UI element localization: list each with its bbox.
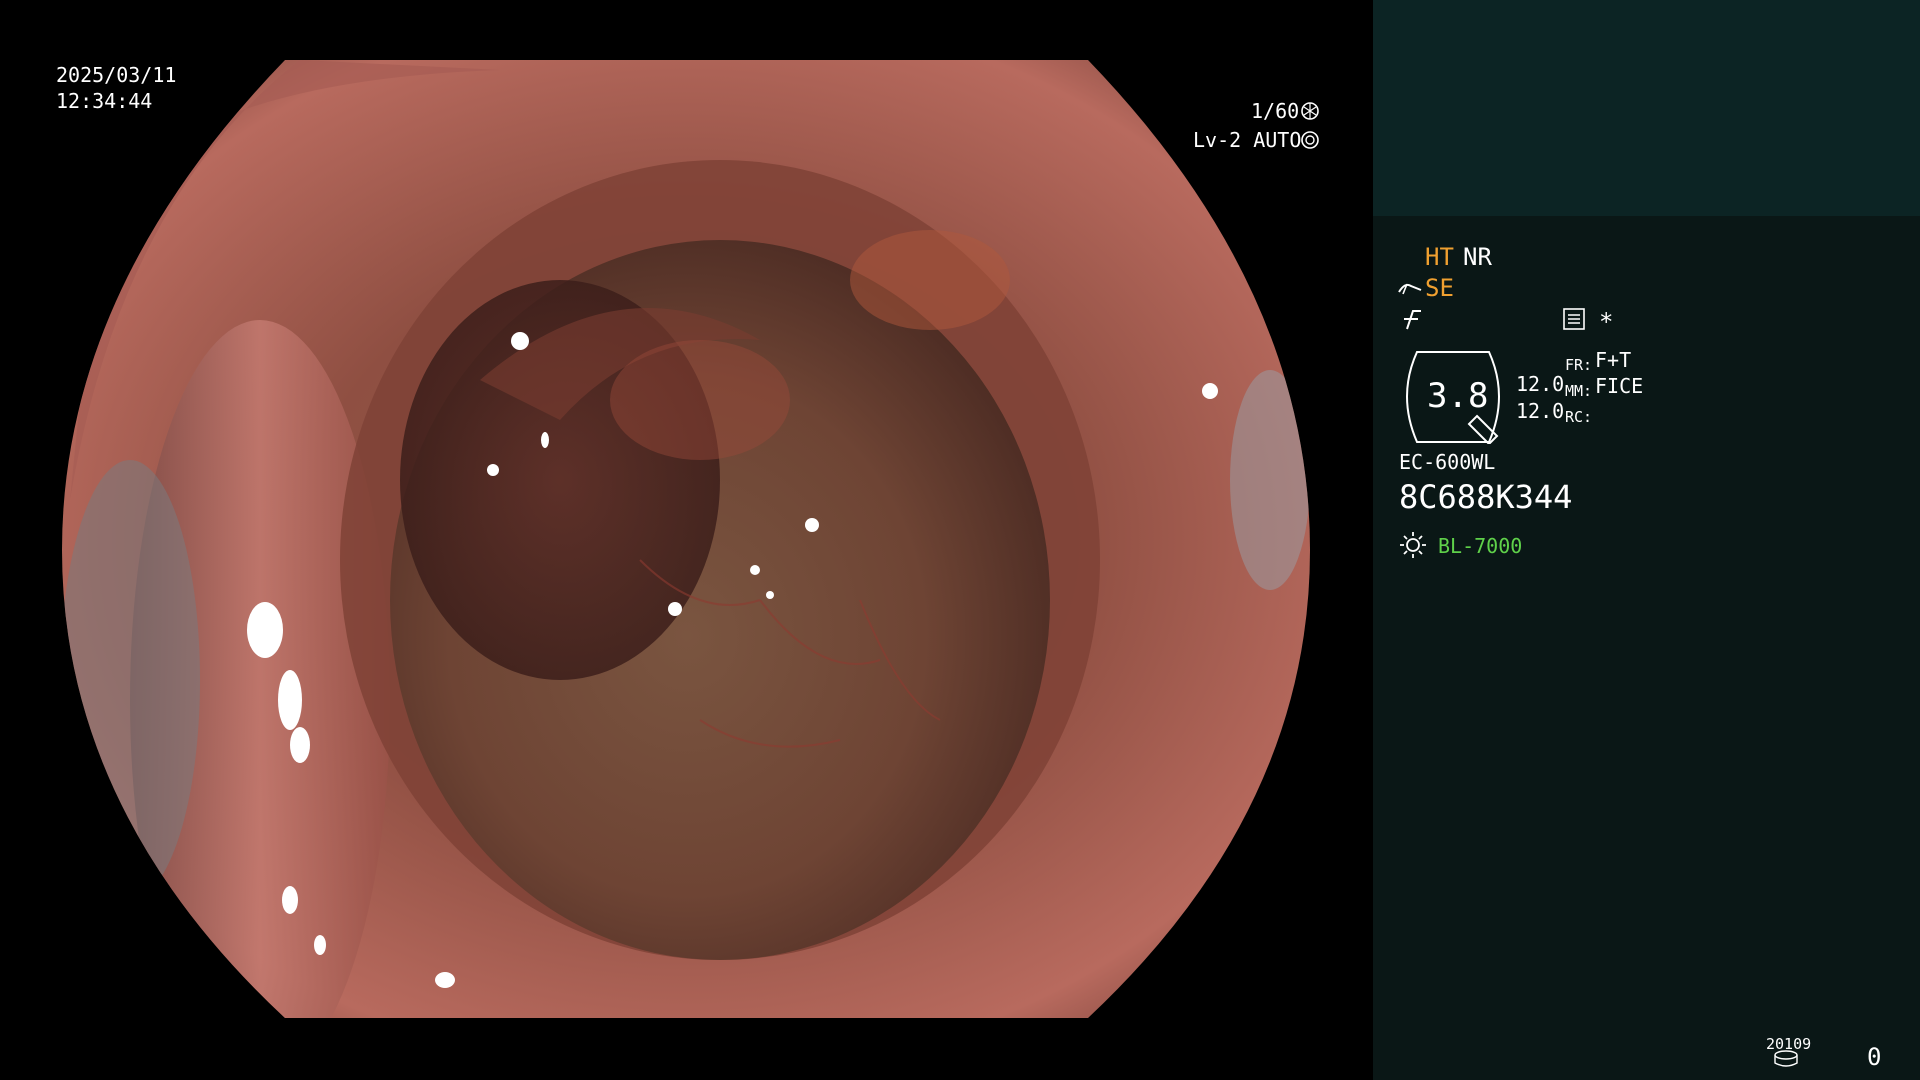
osd-date: 2025/03/11 <box>56 63 177 87</box>
endoscope-image <box>62 60 1310 1018</box>
asterisk-indicator: * <box>1599 308 1614 336</box>
zoom-value: 3.8 <box>1427 376 1489 416</box>
ht-indicator: HT <box>1425 243 1454 271</box>
thumbnail-area <box>1373 0 1920 216</box>
value-2: 12.0 <box>1516 399 1565 423</box>
scope-serial: 8C688K344 <box>1399 478 1573 516</box>
fr-label: FR: <box>1565 356 1593 374</box>
mm-label: MM: <box>1565 382 1593 400</box>
osd-iris: Lv-2 AUTO <box>1193 128 1302 152</box>
light-source-icon <box>1400 532 1426 558</box>
iris-icon <box>1301 131 1319 149</box>
scope-model: EC-600WL <box>1399 450 1496 474</box>
se-indicator: SE <box>1425 274 1454 302</box>
freeze-icon <box>1404 310 1421 330</box>
osd-shutter: 1/60 <box>1251 99 1300 123</box>
rc-label: RC: <box>1565 408 1593 426</box>
mm-value: FICE <box>1595 374 1644 398</box>
endoscope-view: 2025/03/11 12:34:44 1/60 Lv-2 AUTO <box>0 0 1373 1080</box>
scope-tip-icon <box>1398 283 1422 295</box>
storage-icon <box>1774 1050 1798 1067</box>
shutter-icon <box>1301 102 1319 120</box>
fr-value: F+T <box>1595 348 1632 372</box>
nr-indicator: NR <box>1463 243 1492 271</box>
counter-value: 0 <box>1867 1043 1882 1071</box>
status-panel: HT NR SE * 3.8 12.0 12.0 FR: F+T MM: FIC… <box>1373 0 1920 1080</box>
value-1: 12.0 <box>1516 372 1565 396</box>
light-source-label: BL-7000 <box>1438 534 1523 558</box>
osd-time: 12:34:44 <box>56 89 153 113</box>
menu-icon <box>1563 308 1585 330</box>
